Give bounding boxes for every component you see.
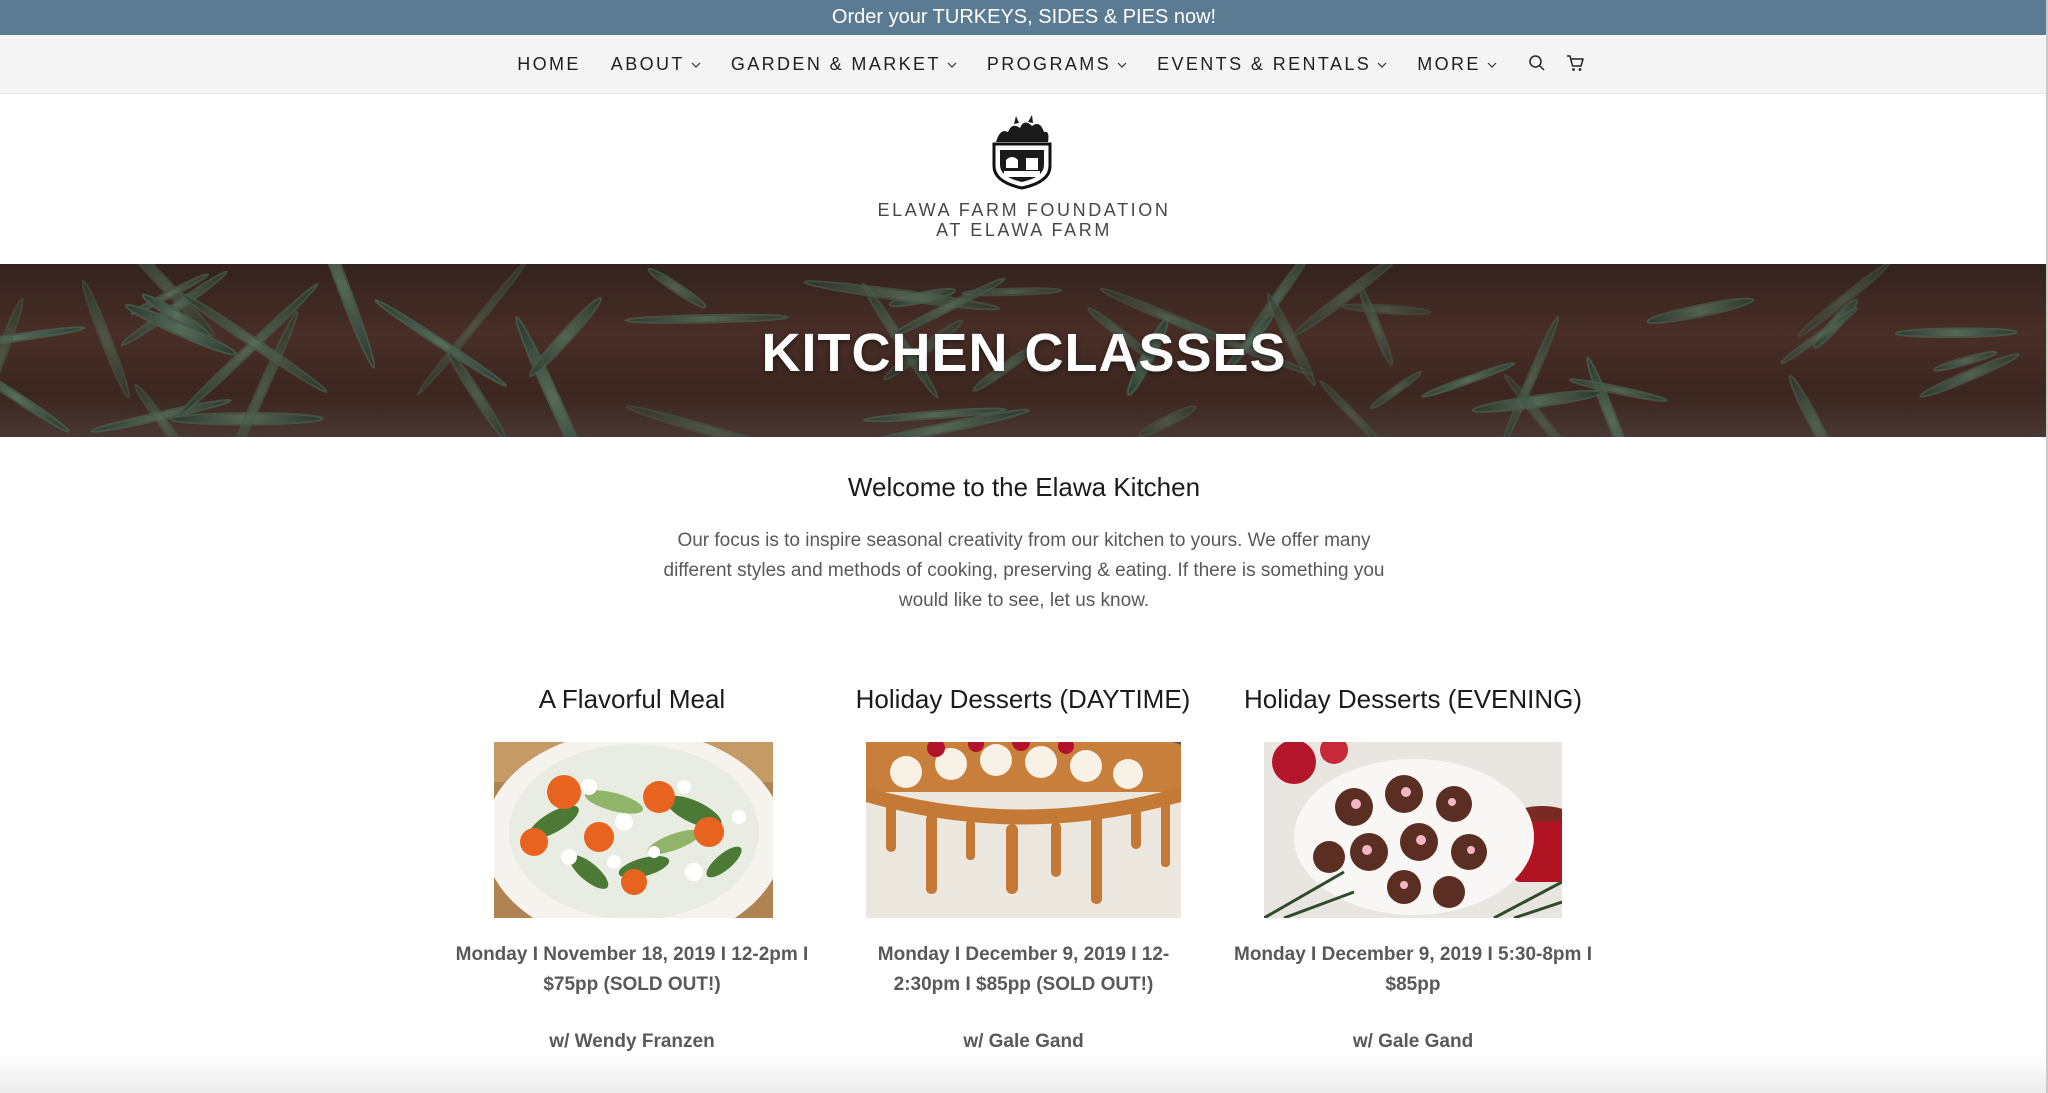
brand-line-2: AT ELAWA FARM xyxy=(936,220,1112,240)
class-card: Holiday Desserts (EVENING) xyxy=(1213,684,1613,715)
nav-item-label: EVENTS & RENTALS xyxy=(1157,54,1372,74)
announcement-text: Order your TURKEYS, SIDES & PIES now! xyxy=(831,6,1217,28)
class-date: Monday I November 18, 2019 I 12-2pm I $7… xyxy=(455,944,809,995)
peppermint-cookies-photo[interactable] xyxy=(1264,742,1562,918)
class-date: Monday I December 9, 2019 I 5:30-8pm I $… xyxy=(1234,944,1592,995)
elawa-farm-logo[interactable] xyxy=(986,114,1058,190)
nav-item-programs[interactable]: PROGRAMS xyxy=(987,54,1127,75)
class-date: Monday I December 9, 2019 I 12-2:30pm I … xyxy=(877,944,1170,995)
chevron-down-icon xyxy=(1377,62,1387,68)
hero-banner: KITCHEN CLASSES xyxy=(0,264,2048,437)
main-nav: HOME ABOUT GARDEN & MARKET PROGRAMS EVEN… xyxy=(0,35,2048,94)
chevron-down-icon xyxy=(947,62,957,68)
chevron-down-icon xyxy=(1117,62,1127,68)
class-host: w/ Wendy Franzen xyxy=(549,1031,715,1052)
welcome-heading: Welcome to the Elawa Kitchen xyxy=(847,472,1201,502)
nav-item-label: GARDEN & MARKET xyxy=(730,54,941,74)
nav-item-label: MORE xyxy=(1417,54,1481,74)
class-card: Holiday Desserts (DAYTIME) xyxy=(823,684,1223,715)
class-title: Holiday Desserts (EVENING) xyxy=(1243,684,1583,714)
nav-item-label: PROGRAMS xyxy=(986,54,1112,74)
nav-item-events-rentals[interactable]: EVENTS & RENTALS xyxy=(1157,54,1387,75)
nav-item-more[interactable]: MORE xyxy=(1417,54,1497,75)
announcement-bar[interactable]: Order your TURKEYS, SIDES & PIES now! xyxy=(0,0,2048,35)
site-header: ELAWA FARM FOUNDATION AT ELAWA FARM xyxy=(0,94,2048,264)
class-title: A Flavorful Meal xyxy=(538,684,726,714)
class-title: Holiday Desserts (DAYTIME) xyxy=(855,684,1191,714)
salad-photo[interactable] xyxy=(494,742,773,918)
page-title: KITCHEN CLASSES xyxy=(761,323,1287,383)
nav-item-about[interactable]: ABOUT xyxy=(611,54,701,75)
nav-item-garden-market[interactable]: GARDEN & MARKET xyxy=(731,54,957,75)
class-host: w/ Gale Gand xyxy=(1352,1031,1474,1052)
cart-icon[interactable] xyxy=(1564,52,1586,74)
caramel-cake-photo[interactable] xyxy=(866,742,1181,918)
nav-item-label: ABOUT xyxy=(610,54,685,74)
class-card: A Flavorful Meal xyxy=(432,684,832,715)
brand-name[interactable]: ELAWA FARM FOUNDATION AT ELAWA FARM xyxy=(0,200,2048,240)
nav-item-label: HOME xyxy=(517,54,581,74)
class-host: w/ Gale Gand xyxy=(963,1031,1084,1052)
bottom-fade-overlay xyxy=(0,1052,2048,1093)
chevron-down-icon xyxy=(1487,62,1497,68)
chevron-down-icon xyxy=(691,62,701,68)
search-icon[interactable] xyxy=(1526,52,1548,74)
welcome-body: Our focus is to inspire seasonal creativ… xyxy=(663,530,1385,611)
brand-line-1: ELAWA FARM FOUNDATION xyxy=(877,200,1171,220)
nav-item-home[interactable]: HOME xyxy=(517,54,581,75)
nav-links: HOME ABOUT GARDEN & MARKET PROGRAMS EVEN… xyxy=(0,35,2048,94)
nav-icons xyxy=(1526,52,1586,74)
